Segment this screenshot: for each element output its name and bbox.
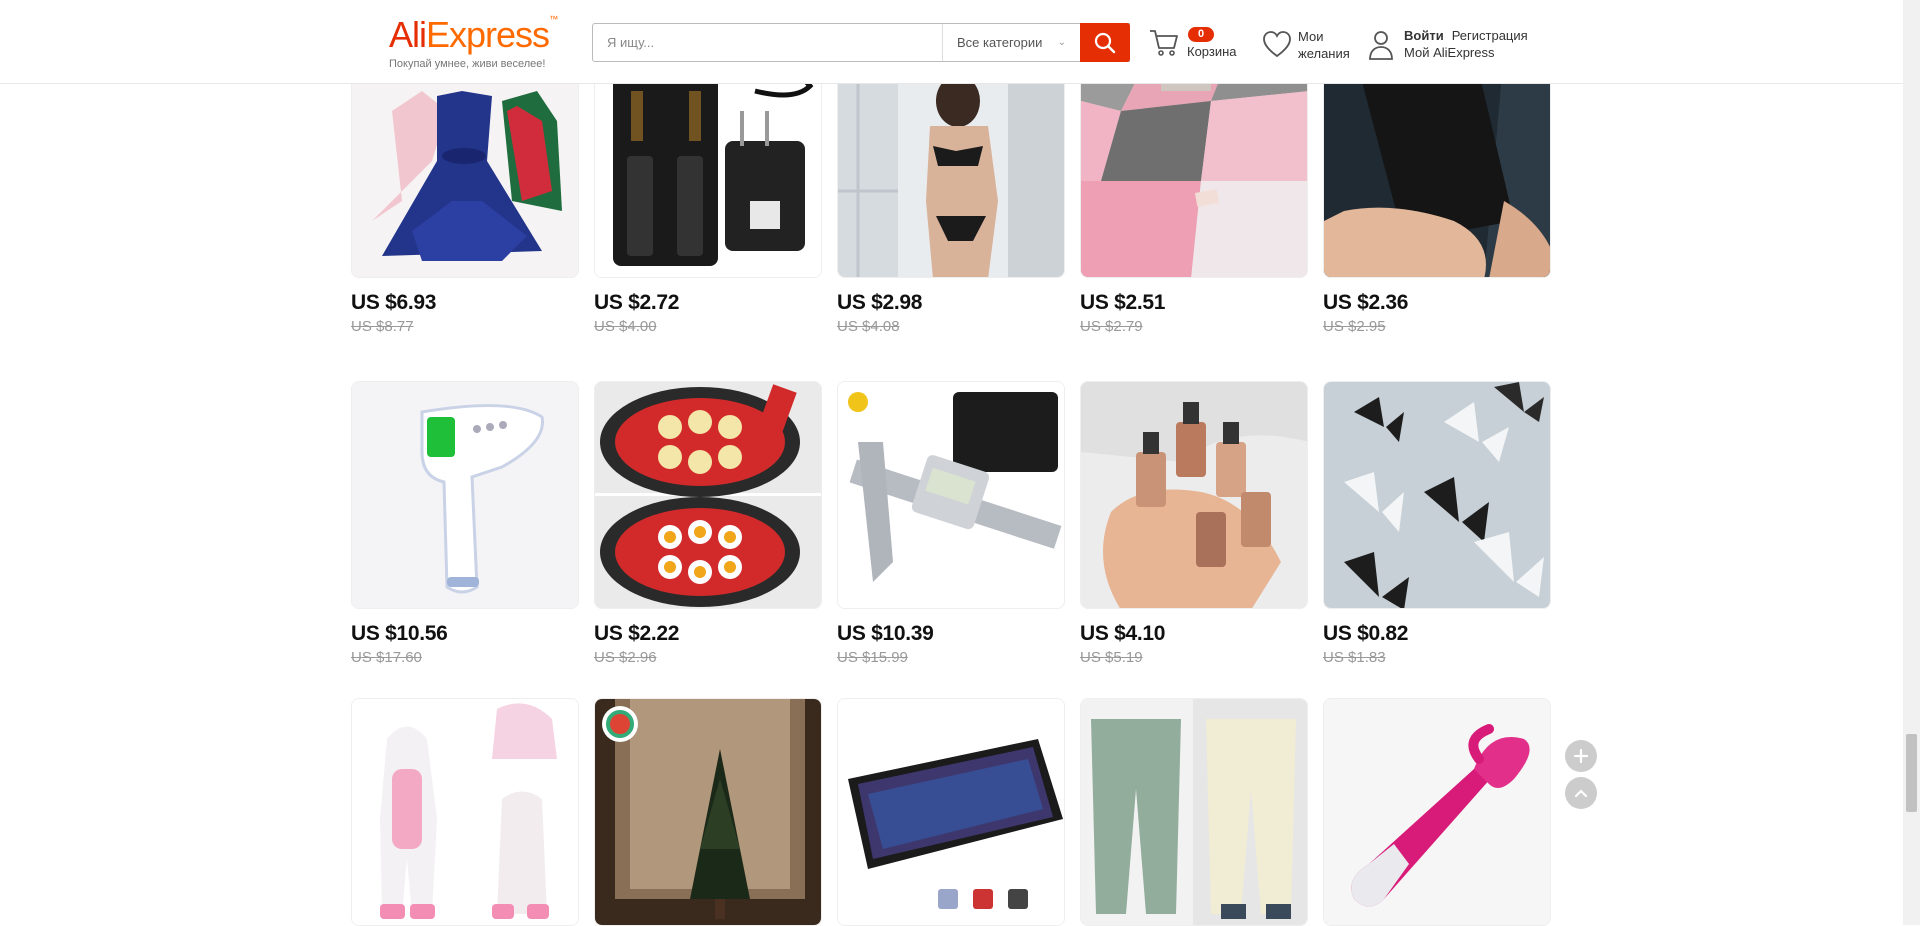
unicorn-pajama-image[interactable] xyxy=(351,698,579,926)
account-menu: Войти Регистрация Мой AliExpress xyxy=(1404,27,1528,61)
chevron-down-icon: ⌄ xyxy=(1057,37,1066,48)
cart-icon[interactable] xyxy=(1148,26,1180,63)
product-card[interactable] xyxy=(594,698,822,926)
product-old-price: US $2.95 xyxy=(1323,318,1386,335)
product-price: US $2.51 xyxy=(1080,291,1166,314)
product-price: US $2.72 xyxy=(594,291,680,314)
pink-massager-image[interactable] xyxy=(1323,698,1551,926)
product-old-price: US $4.08 xyxy=(837,318,900,335)
product-old-price: US $2.79 xyxy=(1080,318,1143,335)
site-header: AliExpress™ Покупай умнее, живи веселее!… xyxy=(0,0,1903,84)
heart-icon[interactable] xyxy=(1262,30,1292,63)
battery-charger-image[interactable] xyxy=(594,50,822,278)
rug-image[interactable] xyxy=(1080,50,1308,278)
product-card[interactable]: US $4.10 US $5.19 xyxy=(1080,381,1308,666)
search-input[interactable] xyxy=(593,24,942,61)
product-card[interactable]: US $10.56 US $17.60 xyxy=(351,381,579,666)
highlighter-image[interactable] xyxy=(1080,381,1308,609)
logo-ali-text: Ali xyxy=(389,14,427,55)
cart-link[interactable]: Корзина xyxy=(1187,44,1237,59)
product-old-price: US $8.77 xyxy=(351,318,414,335)
product-card[interactable]: US $2.36 US $2.95 xyxy=(1323,50,1551,335)
kids-dress-image[interactable] xyxy=(351,50,579,278)
my-aliexpress-link[interactable]: Мой AliExpress xyxy=(1404,44,1528,61)
cart-count-badge: 0 xyxy=(1188,27,1214,42)
product-old-price: US $1.83 xyxy=(1323,649,1386,666)
logo-express-text: Express xyxy=(426,14,550,55)
product-price: US $6.93 xyxy=(351,291,437,314)
product-card[interactable]: US $6.93 US $8.77 xyxy=(351,50,579,335)
product-price: US $10.39 xyxy=(837,622,934,645)
category-select-label: Все категории xyxy=(957,35,1043,50)
wishlist-link[interactable]: Мои желания xyxy=(1298,28,1368,62)
product-card[interactable]: US $10.39 US $15.99 xyxy=(837,381,1065,666)
category-select[interactable]: Все категории ⌄ xyxy=(942,24,1080,61)
product-price: US $0.82 xyxy=(1323,622,1409,645)
product-price: US $4.10 xyxy=(1080,622,1166,645)
product-price: US $2.98 xyxy=(837,291,923,314)
fleece-pants-image[interactable] xyxy=(1080,698,1308,926)
logo-tm: ™ xyxy=(549,14,558,24)
search-icon xyxy=(1094,32,1116,53)
product-card[interactable]: US $2.72 US $4.00 xyxy=(594,50,822,335)
phone-case-image[interactable] xyxy=(1323,50,1551,278)
mechanical-keyboard-image[interactable] xyxy=(837,698,1065,926)
product-card[interactable]: US $2.22 US $2.96 xyxy=(594,381,822,666)
product-price: US $2.36 xyxy=(1323,291,1409,314)
product-price: US $10.56 xyxy=(351,622,448,645)
search-button[interactable] xyxy=(1080,23,1130,62)
product-card[interactable] xyxy=(1080,698,1308,926)
product-card[interactable] xyxy=(837,698,1065,926)
user-icon[interactable] xyxy=(1368,29,1394,66)
thermometer-image[interactable] xyxy=(351,381,579,609)
search-bar: Все категории ⌄ xyxy=(592,23,1130,62)
add-button[interactable] xyxy=(1565,740,1597,772)
butterfly-stickers-image[interactable] xyxy=(1323,381,1551,609)
caliper-image[interactable] xyxy=(837,381,1065,609)
curtain-lights-image[interactable] xyxy=(594,698,822,926)
product-old-price: US $5.19 xyxy=(1080,649,1143,666)
pancake-mold-image[interactable] xyxy=(594,381,822,609)
plus-icon xyxy=(1573,748,1589,764)
logo-tagline: Покупай умнее, живи веселее! xyxy=(389,58,546,70)
scrollbar-thumb[interactable] xyxy=(1906,734,1917,812)
product-price: US $2.22 xyxy=(594,622,680,645)
product-card[interactable] xyxy=(1323,698,1551,926)
product-old-price: US $17.60 xyxy=(351,649,422,666)
product-old-price: US $4.00 xyxy=(594,318,657,335)
product-card[interactable]: US $0.82 US $1.83 xyxy=(1323,381,1551,666)
aliexpress-logo[interactable]: AliExpress™ Покупай умнее, живи веселее! xyxy=(389,14,558,70)
product-old-price: US $2.96 xyxy=(594,649,657,666)
login-link[interactable]: Войти xyxy=(1404,28,1444,43)
wishlist-line1: Мои xyxy=(1298,29,1324,44)
product-card[interactable]: US $2.98 US $4.08 xyxy=(837,50,1065,335)
lingerie-image[interactable] xyxy=(837,50,1065,278)
back-to-top-button[interactable] xyxy=(1565,777,1597,809)
product-card[interactable] xyxy=(351,698,579,926)
product-card[interactable]: US $2.51 US $2.79 xyxy=(1080,50,1308,335)
product-old-price: US $15.99 xyxy=(837,649,908,666)
wishlist-line2: желания xyxy=(1298,46,1350,61)
register-link[interactable]: Регистрация xyxy=(1452,28,1528,43)
chevron-up-icon xyxy=(1574,789,1588,798)
